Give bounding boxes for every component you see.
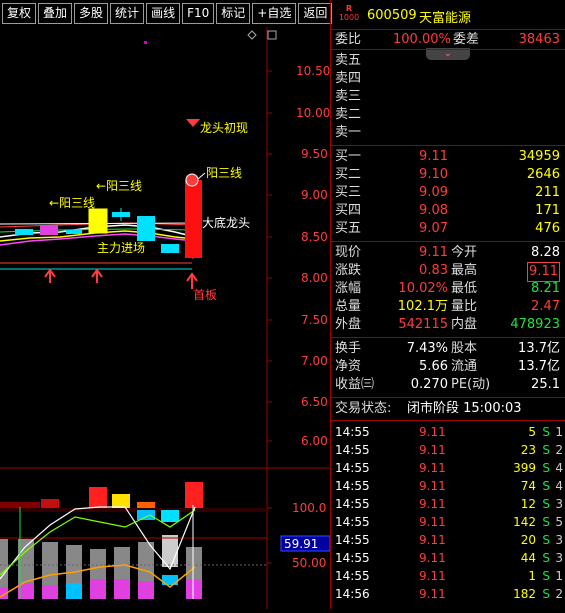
toolbar-button-fuquan[interactable]: 复权 [2, 3, 37, 24]
indicator-value: 59.91 [284, 537, 318, 551]
toolbar-button-diejia[interactable]: 叠加 [38, 3, 73, 24]
bid-row-5: 买五 9.07 476 [335, 221, 560, 236]
diamond-toggle-icon[interactable] [247, 30, 257, 40]
ask-row-1: 卖一 [335, 125, 362, 140]
tick-row: 14:55 9.11 74 S 4 [335, 479, 563, 493]
exchange-logo: R 1000 [338, 4, 360, 22]
ask-row-2: 卖二 [335, 107, 362, 122]
stat-row-7: 净资 5.66 流通 13.7亿 [335, 359, 560, 374]
weicha-value: 38463 [518, 32, 560, 47]
tick-row: 14:55 9.11 20 S 3 [335, 533, 563, 547]
kline-chart[interactable]: 10.50 10.00 9.50 9.00 8.50 8.00 7.50 7.0… [0, 27, 331, 609]
tick-row: 14:55 9.11 399 S 4 [335, 461, 563, 475]
stat-row-8: 收益㈢ 0.270 PE(动) 25.1 [335, 377, 560, 392]
annotation-dragon-first: 龙头初现 [200, 121, 248, 135]
tick-row: 14:55 9.11 12 S 3 [335, 497, 563, 511]
annotation-bottom-dragon: 大底龙头 [202, 215, 250, 230]
stat-row-4: 总量 102.1万 量比 2.47 [335, 299, 560, 314]
toolbar-button-f10[interactable]: F10 [182, 3, 215, 24]
chart-toolbar: 复权 叠加 多股 统计 画线 F10 标记 +自选 返回 [0, 0, 333, 27]
weibi-label: 委比 [335, 32, 362, 47]
annotation-yang3-a: ←阳三线 [96, 179, 142, 193]
trade-status-value: 闭市阶段 15:00:03 [407, 401, 522, 416]
stat-row-5: 外盘 542115 内盘 478923 [335, 317, 560, 332]
tick-row: 14:55 9.11 142 S 5 [335, 515, 563, 529]
ask-row-3: 卖三 [335, 89, 362, 104]
price-tick-label: 7.50 [301, 313, 328, 327]
stat-row-6: 换手 7.43% 股本 13.7亿 [335, 341, 560, 356]
indicator-pane [0, 482, 267, 599]
candle [88, 208, 108, 234]
candle [112, 212, 130, 217]
candle [185, 180, 202, 258]
price-tick-label: 6.50 [301, 395, 328, 409]
tick-row: 14:55 9.11 44 S 3 [335, 551, 563, 565]
expand-icon[interactable] [267, 30, 277, 40]
bid-row-3: 买三 9.09 211 [335, 185, 560, 200]
candle [66, 230, 82, 234]
quote-header: R 1000 600509 天富能源 [331, 2, 565, 28]
indicator-tick-100: 100.0 [292, 501, 326, 515]
toolbar-button-huaxian[interactable]: 画线 [146, 3, 181, 24]
price-tick-label: 9.50 [301, 147, 328, 161]
price-tick-label: 6.00 [301, 434, 328, 448]
candle [15, 229, 33, 235]
stat-row-1: 现价 9.11 今开 8.28 [335, 245, 560, 260]
stat-row-3: 涨幅 10.02% 最低 8.21 [335, 281, 560, 296]
tick-row: 14:56 9.11 182 S 2 [335, 587, 563, 601]
bid-row-1: 买一 9.11 34959 [335, 149, 560, 164]
stat-row-2: 涨跌 0.83 最高 9.11 [331, 262, 565, 282]
candle [161, 244, 179, 253]
bid-row-2: 买二 9.10 2646 [335, 167, 560, 182]
indicator-tick-50: 50.00 [292, 556, 326, 570]
weicha-label: 委差 [453, 32, 480, 47]
price-tick-label: 10.50 [296, 64, 330, 78]
toolbar-button-zixuan[interactable]: +自选 [252, 3, 297, 24]
ask-row-4: 卖四 [335, 71, 362, 86]
tick-row: 14:55 9.11 23 S 2 [335, 443, 563, 457]
annotation-first-board: 首板 [193, 288, 217, 302]
bid-row-4: 买四 9.08 171 [335, 203, 560, 218]
tick-row: 14:55 9.11 1 S 1 [335, 569, 563, 583]
price-tick-label: 10.00 [296, 106, 330, 120]
price-tick-label: 8.50 [301, 230, 328, 244]
stock-name: 天富能源 [419, 11, 472, 26]
annotation-pointer [197, 172, 206, 180]
trade-status-label: 交易状态: [335, 401, 392, 416]
indicator-ticks: 100.0 50.00 59.91 [267, 501, 331, 570]
quote-panel: R 1000 600509 天富能源 委比 100.00% 委差 38463 ⌄… [330, 0, 565, 609]
trade-status-row: 交易状态: 闭市阶段 15:00:03 [331, 400, 565, 418]
annotation-yang3-b: ←阳三线 [49, 196, 95, 210]
candle [40, 225, 58, 235]
annotation-main-force: 主力进场 [97, 241, 145, 255]
annotations: 龙头初现 ←阳三线 ←阳三线 阳三线 大底龙头 主力进场 首板 [49, 119, 250, 302]
price-tick-label: 8.00 [301, 271, 328, 285]
candle-marker [185, 173, 199, 187]
ask-row-5: 卖五 [335, 53, 362, 68]
marker-dot [144, 41, 147, 44]
tick-row: 14:55 9.11 5 S 1 [335, 425, 563, 439]
price-tick-label: 9.00 [301, 188, 328, 202]
gem-icon [186, 119, 200, 127]
stock-code: 600509 [367, 8, 417, 23]
toolbar-button-duogu[interactable]: 多股 [74, 3, 109, 24]
price-ticks: 10.50 10.00 9.50 9.00 8.50 8.00 7.50 7.0… [267, 64, 330, 448]
weibi-value: 100.00% [393, 32, 451, 47]
weibi-row: 委比 100.00% 委差 38463 [331, 31, 565, 49]
toolbar-button-fanhui[interactable]: 返回 [298, 3, 333, 24]
annotation-yang3-c: 阳三线 [206, 166, 242, 180]
toolbar-button-biaoji[interactable]: 标记 [216, 3, 251, 24]
toolbar-button-tongji[interactable]: 统计 [110, 3, 145, 24]
candle [137, 216, 155, 241]
price-tick-label: 7.00 [301, 354, 328, 368]
up-arrows [44, 268, 198, 289]
